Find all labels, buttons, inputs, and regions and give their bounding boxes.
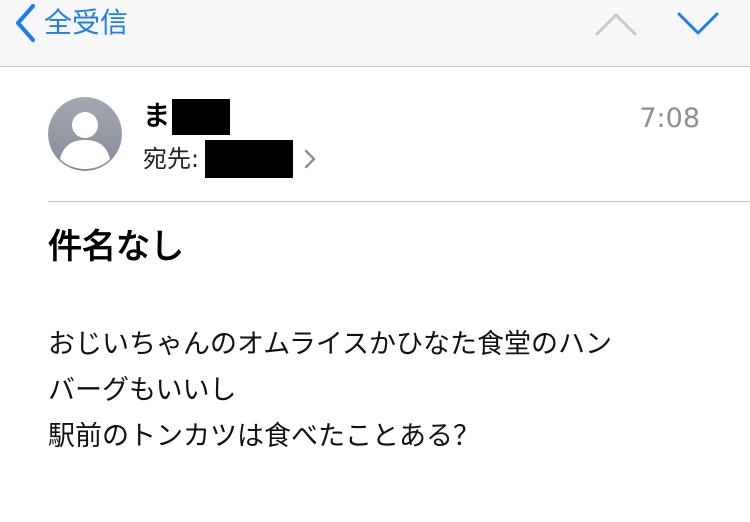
recipient-row[interactable]: 宛先: bbox=[143, 140, 317, 178]
chevron-left-icon bbox=[16, 4, 35, 42]
message-body: おじいちゃんのオムライスかひなた食堂のハン バーグもいいし 駅前のトンカツは食べ… bbox=[48, 322, 708, 460]
body-line: おじいちゃんのオムライスかひなた食堂のハン bbox=[48, 329, 613, 360]
body-line: バーグもいいし bbox=[48, 375, 237, 406]
redaction-bar bbox=[172, 99, 230, 135]
message-subject: 件名なし bbox=[48, 227, 184, 267]
back-button[interactable]: 全受信 bbox=[14, 0, 128, 46]
recipient-label: 宛先: bbox=[143, 145, 200, 173]
chevron-down-icon[interactable] bbox=[676, 10, 720, 38]
navigation-bar: 全受信 bbox=[0, 0, 750, 67]
message-time: 7:08 bbox=[639, 103, 700, 134]
person-icon bbox=[48, 97, 122, 171]
sender-avatar[interactable] bbox=[48, 97, 122, 171]
body-line: 駅前のトンカツは食べたことある？ bbox=[48, 421, 480, 452]
redaction-bar bbox=[205, 140, 294, 178]
sender-row[interactable]: ま bbox=[143, 98, 230, 136]
header-divider bbox=[48, 201, 750, 202]
chevron-right-icon bbox=[304, 149, 316, 169]
chevron-up-icon[interactable] bbox=[594, 10, 638, 38]
sender-name: ま bbox=[143, 101, 170, 132]
back-button-label: 全受信 bbox=[44, 6, 129, 39]
